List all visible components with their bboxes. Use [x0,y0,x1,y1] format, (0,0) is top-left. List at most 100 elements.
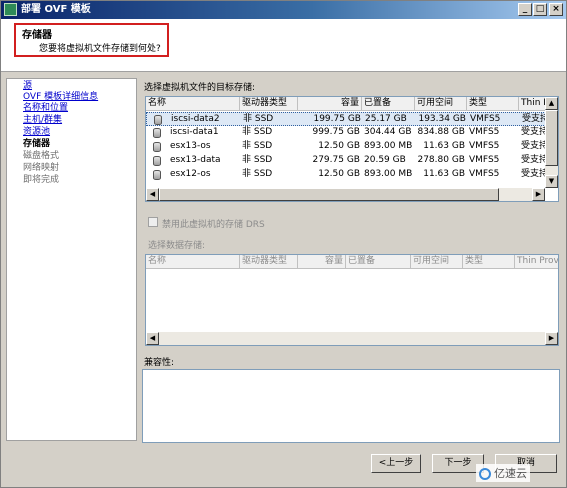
cell-type: VMFS5 [469,155,500,165]
step-resource-pool[interactable]: 资源池 [23,127,50,138]
cell-drive: 非 SSD [242,127,273,137]
cell-capacity: 12.50 GB [318,141,360,151]
col-drive-type: 驱动器类型 [240,255,298,269]
storage-label: 选择虚拟机文件的目标存储: [144,83,256,93]
step-source[interactable]: 源 [23,81,32,92]
cell-free: 11.63 GB [423,141,465,151]
col-provisioned[interactable]: 已置备 [362,97,415,111]
cell-provisioned: 893.00 MB [364,141,413,151]
scroll-right-icon[interactable]: ▶ [545,332,558,345]
page-title: 存储器 [22,30,52,41]
step-ready-to-complete: 即将完成 [23,175,60,185]
cell-name: esx13-os [170,141,211,151]
cell-name: esx12-os [170,169,211,179]
back-button[interactable]: <上一步 [371,454,421,473]
cell-type: VMFS5 [469,127,500,137]
drs-checkbox-label: 禁用此虚拟机的存储 DRS [162,220,265,230]
table-row[interactable]: iscsi-data1 非 SSD 999.75 GB 304.44 GB 83… [146,126,546,140]
cell-thin: 受支持 [521,127,546,137]
scroll-right-icon[interactable]: ▶ [532,188,545,201]
col-type: 类型 [463,255,515,269]
title-bar: 部署 OVF 模板 _ □ × [1,1,566,19]
col-free[interactable]: 可用空间 [415,97,467,111]
col-name: 名称 [146,255,240,269]
cell-capacity: 279.75 GB [312,155,360,165]
col-thin[interactable]: Thin P [519,97,546,111]
drs-checkbox[interactable] [148,217,158,227]
watermark: 亿速云 [476,464,530,482]
cell-free: 193.34 GB [418,114,466,124]
maximize-button[interactable]: □ [533,3,547,16]
cell-name: iscsi-data2 [171,114,220,124]
scroll-up-icon[interactable]: ▲ [545,97,558,110]
cell-free: 834.88 GB [417,127,465,137]
app-icon [4,3,17,16]
watermark-text: 亿速云 [494,467,527,480]
step-disk-format: 磁盘格式 [23,151,60,161]
storage-table: 名称 驱动器类型 容量 已置备 可用空间 类型 Thin P iscsi-dat… [145,96,559,202]
cell-type: VMFS5 [469,141,500,151]
scroll-left-icon[interactable]: ◀ [146,188,159,201]
deploy-ovf-window: 部署 OVF 模板 _ □ × 存储器 您要将虚拟机文件存储到何处? 源 OVF… [0,0,567,488]
datastore-label: 选择数据存储: [148,241,206,251]
scroll-thumb[interactable] [159,188,499,201]
cell-thin: 受支持 [521,169,546,179]
cell-provisioned: 304.44 GB [364,127,412,137]
cell-drive: 非 SSD [242,169,273,179]
col-drive-type[interactable]: 驱动器类型 [240,97,298,111]
table-row[interactable]: esx13-data 非 SSD 279.75 GB 20.59 GB 278.… [146,154,546,168]
wizard-header: 存储器 您要将虚拟机文件存储到何处? [1,19,566,72]
col-thin: Thin Provis [515,255,558,269]
datastore-table: 名称 驱动器类型 容量 已置备 可用空间 类型 Thin Provis ◀ ▶ [145,254,559,346]
cell-type: VMFS5 [469,169,500,179]
col-provisioned: 已置备 [346,255,411,269]
page-subtitle: 您要将虚拟机文件存储到何处? [39,44,161,54]
cell-free: 278.80 GB [417,155,465,165]
storage-vertical-scrollbar[interactable]: ▲ ▼ [545,97,558,188]
close-button[interactable]: × [549,3,563,16]
cell-drive: 非 SSD [242,155,273,165]
cell-drive: 非 SSD [243,114,274,124]
col-capacity: 容量 [298,255,346,269]
window-title: 部署 OVF 模板 [21,4,91,15]
cell-name: esx13-data [170,155,221,165]
compatibility-label: 兼容性: [144,358,175,368]
datastore-icon [153,128,161,138]
cell-provisioned: 25.17 GB [365,114,407,124]
minimize-button[interactable]: _ [518,3,532,16]
cell-thin: 受支持 [522,114,547,124]
step-name-location[interactable]: 名称和位置 [23,103,68,114]
datastore-icon [153,170,161,180]
table-row[interactable]: esx13-os 非 SSD 12.50 GB 893.00 MB 11.63 … [146,140,546,154]
col-free: 可用空间 [411,255,463,269]
datastore-icon [154,115,162,125]
col-name[interactable]: 名称 [146,97,240,111]
cell-capacity: 999.75 GB [312,127,360,137]
scroll-thumb[interactable] [545,110,558,166]
cell-provisioned: 893.00 MB [364,169,413,179]
cell-capacity: 12.50 GB [318,169,360,179]
scroll-left-icon[interactable]: ◀ [146,332,159,345]
cell-thin: 受支持 [521,141,546,151]
wizard-steps: 源 OVF 模板详细信息 名称和位置 主机/群集 资源池 存储器 磁盘格式 网络… [6,78,137,441]
cell-thin: 受支持 [521,155,546,165]
col-type[interactable]: 类型 [467,97,519,111]
compatibility-box [142,369,560,443]
step-ovf-details[interactable]: OVF 模板详细信息 [23,92,98,103]
datastore-horizontal-scrollbar[interactable]: ◀ ▶ [146,332,558,345]
cell-name: iscsi-data1 [170,127,219,137]
step-host-cluster[interactable]: 主机/群集 [23,115,62,126]
step-storage: 存储器 [23,139,51,149]
col-capacity[interactable]: 容量 [298,97,362,111]
cell-free: 11.63 GB [423,169,465,179]
cell-drive: 非 SSD [242,141,273,151]
table-row[interactable]: esx12-os 非 SSD 12.50 GB 893.00 MB 11.63 … [146,168,546,182]
datastore-icon [153,156,161,166]
table-row[interactable]: iscsi-data2 非 SSD 199.75 GB 25.17 GB 193… [146,112,547,126]
cell-provisioned: 20.59 GB [364,155,406,165]
scroll-down-icon[interactable]: ▼ [545,175,558,188]
storage-horizontal-scrollbar[interactable]: ◀ ▶ [146,188,545,201]
cell-type: VMFS5 [470,114,501,124]
watermark-logo-icon [479,468,491,480]
datastore-icon [153,142,161,152]
